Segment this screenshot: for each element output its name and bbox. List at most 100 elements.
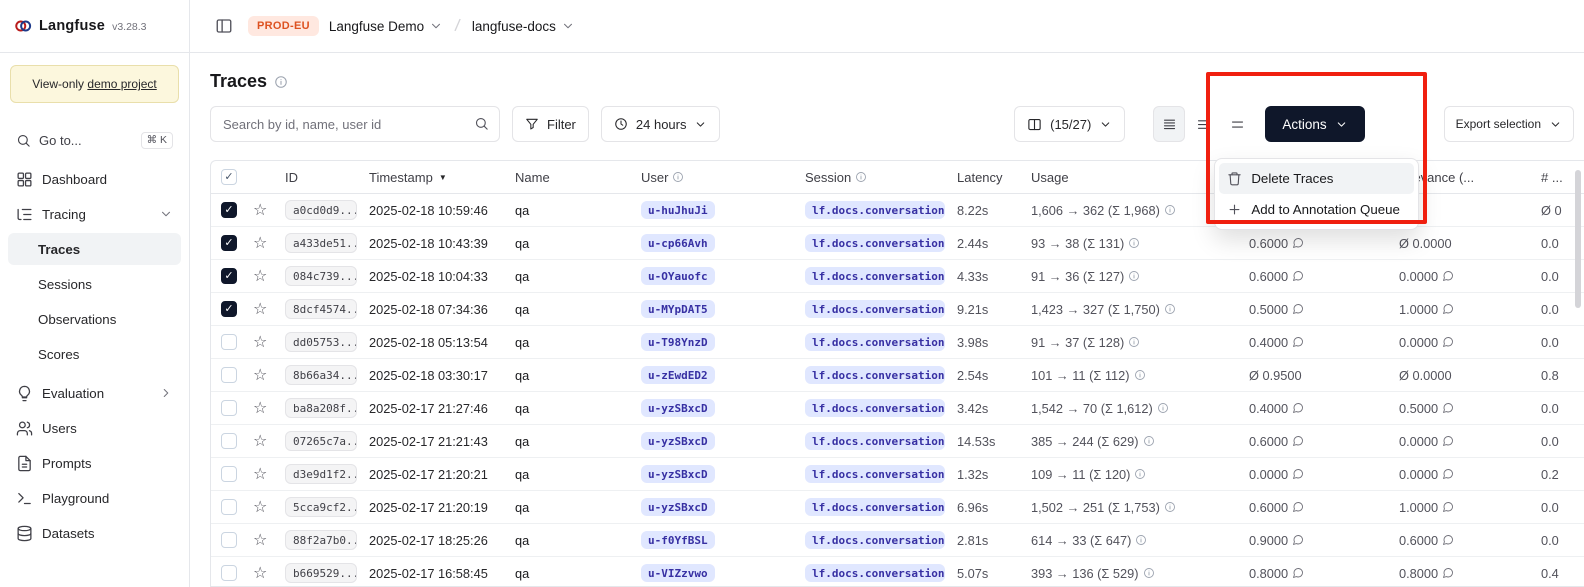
sidebar-item-evaluation[interactable]: Evaluation	[8, 377, 181, 409]
user-badge[interactable]: u-cp66Avh	[641, 234, 715, 252]
trace-id-badge[interactable]: 8b66a34...	[285, 365, 357, 385]
session-badge[interactable]: lf.docs.conversation...	[805, 531, 945, 549]
star-icon[interactable]: ☆	[253, 365, 267, 385]
row-checkbox[interactable]: ✓	[221, 565, 237, 581]
user-badge[interactable]: u-yzSBxcD	[641, 399, 715, 417]
table-row[interactable]: ✓ ☆ dd05753... 2025-02-18 05:13:54 qa u-…	[211, 326, 1584, 359]
star-icon[interactable]: ☆	[253, 563, 267, 583]
star-icon[interactable]: ☆	[253, 431, 267, 451]
table-row[interactable]: ✓ ☆ a433de51... 2025-02-18 10:43:39 qa u…	[211, 227, 1584, 260]
sidebar-item-sessions[interactable]: Sessions	[8, 268, 181, 300]
table-row[interactable]: ✓ ☆ 07265c7a... 2025-02-17 21:21:43 qa u…	[211, 425, 1584, 458]
session-badge[interactable]: lf.docs.conversation...	[805, 366, 945, 384]
table-row[interactable]: ✓ ☆ 8b66a34... 2025-02-18 03:30:17 qa u-…	[211, 359, 1584, 392]
row-checkbox[interactable]: ✓	[221, 268, 237, 284]
row-checkbox[interactable]: ✓	[221, 400, 237, 416]
star-icon[interactable]: ☆	[253, 398, 267, 418]
session-badge[interactable]: lf.docs.conversation...	[805, 201, 945, 219]
column-header-usage[interactable]: Usage	[1025, 170, 1243, 185]
column-header-name[interactable]: Name	[509, 170, 635, 185]
star-icon[interactable]: ☆	[253, 266, 267, 286]
trace-id-badge[interactable]: ba8a208f...	[285, 398, 357, 418]
user-badge[interactable]: u-MYpDAT5	[641, 300, 715, 318]
column-header-session[interactable]: Session	[799, 170, 951, 185]
row-checkbox[interactable]: ✓	[221, 466, 237, 482]
menu-item-add-to-annotation-queue[interactable]: Add to Annotation Queue	[1219, 194, 1414, 225]
trace-id-badge[interactable]: b669529...	[285, 563, 357, 583]
user-badge[interactable]: u-yzSBxcD	[641, 432, 715, 450]
trace-id-badge[interactable]: dd05753...	[285, 332, 357, 352]
session-badge[interactable]: lf.docs.conversation...	[805, 333, 945, 351]
column-visibility-button[interactable]: (15/27)	[1014, 106, 1125, 142]
row-checkbox[interactable]: ✓	[221, 499, 237, 515]
menu-item-delete-traces[interactable]: Delete Traces	[1219, 163, 1414, 194]
sidebar-item-traces[interactable]: Traces	[8, 233, 181, 265]
star-icon[interactable]: ☆	[253, 332, 267, 352]
table-row[interactable]: ✓ ☆ b669529... 2025-02-17 16:58:45 qa u-…	[211, 557, 1584, 587]
column-header-id[interactable]: ID	[279, 170, 363, 185]
sidebar-item-datasets[interactable]: Datasets	[8, 517, 181, 549]
table-row[interactable]: ✓ ☆ 88f2a7b0... 2025-02-17 18:25:26 qa u…	[211, 524, 1584, 557]
star-icon[interactable]: ☆	[253, 464, 267, 484]
environment-badge[interactable]: PROD-EU	[248, 16, 319, 36]
sidebar-item-tracing[interactable]: Tracing	[8, 198, 181, 230]
trace-id-badge[interactable]: a433de51...	[285, 233, 357, 253]
trace-id-badge[interactable]: 5cca9cf2...	[285, 497, 357, 517]
user-badge[interactable]: u-huJhuJi	[641, 201, 715, 219]
trace-id-badge[interactable]: 88f2a7b0...	[285, 530, 357, 550]
project-switcher[interactable]: langfuse-docs	[472, 19, 575, 34]
star-icon[interactable]: ☆	[253, 233, 267, 253]
row-checkbox[interactable]: ✓	[221, 433, 237, 449]
sidebar-item-scores[interactable]: Scores	[8, 338, 181, 370]
row-checkbox[interactable]: ✓	[221, 532, 237, 548]
export-selection-button[interactable]: Export selection	[1444, 106, 1574, 142]
sidebar-item-observations[interactable]: Observations	[8, 303, 181, 335]
session-badge[interactable]: lf.docs.conversation...	[805, 234, 945, 252]
vertical-scrollbar[interactable]	[1575, 170, 1581, 308]
session-badge[interactable]: lf.docs.conversation...	[805, 564, 945, 582]
user-badge[interactable]: u-zEwdED2	[641, 366, 715, 384]
column-header-timestamp[interactable]: Timestamp▼	[363, 170, 509, 185]
session-badge[interactable]: lf.docs.conversation...	[805, 399, 945, 417]
actions-button[interactable]: Actions	[1265, 106, 1364, 142]
org-switcher[interactable]: Langfuse Demo	[329, 19, 443, 34]
row-checkbox[interactable]: ✓	[221, 367, 237, 383]
sidebar-item-playground[interactable]: Playground	[8, 482, 181, 514]
demo-project-link[interactable]: demo project	[87, 77, 156, 91]
trace-id-badge[interactable]: d3e9d1f2...	[285, 464, 357, 484]
table-row[interactable]: ✓ ☆ d3e9d1f2... 2025-02-17 21:20:21 qa u…	[211, 458, 1584, 491]
sidebar-item-prompts[interactable]: Prompts	[8, 447, 181, 479]
row-height-large-button[interactable]	[1221, 106, 1253, 142]
user-badge[interactable]: u-yzSBxcD	[641, 465, 715, 483]
table-row[interactable]: ✓ ☆ 5cca9cf2... 2025-02-17 21:20:19 qa u…	[211, 491, 1584, 524]
star-icon[interactable]: ☆	[253, 497, 267, 517]
session-badge[interactable]: lf.docs.conversation...	[805, 465, 945, 483]
user-badge[interactable]: u-T98YnzD	[641, 333, 715, 351]
search-input[interactable]	[210, 106, 500, 142]
session-badge[interactable]: lf.docs.conversation...	[805, 267, 945, 285]
session-badge[interactable]: lf.docs.conversation...	[805, 432, 945, 450]
search-icon[interactable]	[474, 116, 489, 131]
filter-button[interactable]: Filter	[512, 106, 589, 142]
user-badge[interactable]: u-f0YfBSL	[641, 531, 715, 549]
trace-id-badge[interactable]: 8dcf4574...	[285, 299, 357, 319]
session-badge[interactable]: lf.docs.conversation...	[805, 498, 945, 516]
row-checkbox[interactable]: ✓	[221, 235, 237, 251]
row-checkbox[interactable]: ✓	[221, 202, 237, 218]
sidebar-item-dashboard[interactable]: Dashboard	[8, 163, 181, 195]
table-row[interactable]: ✓ ☆ 084c739... 2025-02-18 10:04:33 qa u-…	[211, 260, 1584, 293]
row-height-medium-button[interactable]	[1187, 106, 1219, 142]
sidebar-toggle-icon[interactable]	[210, 12, 238, 40]
user-badge[interactable]: u-VIZzvwo	[641, 564, 715, 582]
table-row[interactable]: ✓ ☆ ba8a208f... 2025-02-17 21:27:46 qa u…	[211, 392, 1584, 425]
sidebar-item-users[interactable]: Users	[8, 412, 181, 444]
trace-id-badge[interactable]: a0cd0d9...	[285, 200, 357, 220]
star-icon[interactable]: ☆	[253, 200, 267, 220]
time-range-button[interactable]: 24 hours	[601, 106, 721, 142]
session-badge[interactable]: lf.docs.conversation...	[805, 300, 945, 318]
row-checkbox[interactable]: ✓	[221, 334, 237, 350]
column-header-user[interactable]: User	[635, 170, 799, 185]
trace-id-badge[interactable]: 07265c7a...	[285, 431, 357, 451]
select-all-checkbox[interactable]: ✓	[221, 169, 237, 185]
goto-search-button[interactable]: Go to... ⌘ K	[8, 125, 181, 155]
